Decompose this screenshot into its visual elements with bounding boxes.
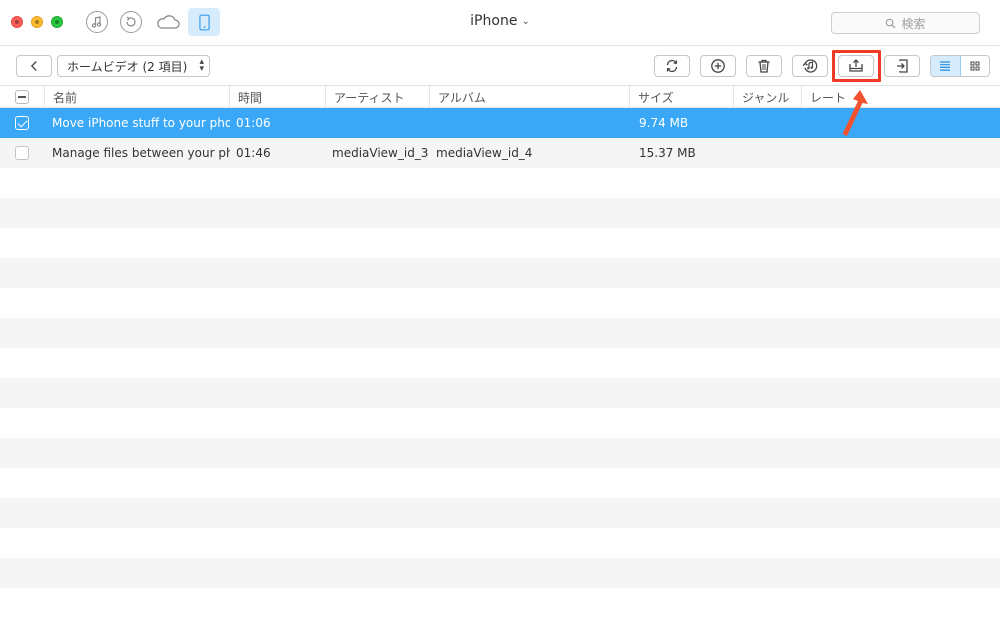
empty-row (0, 288, 1000, 318)
empty-row (0, 468, 1000, 498)
empty-row (0, 588, 1000, 618)
table-row[interactable]: Manage files between your ph… 01:46 medi… (0, 138, 1000, 168)
cell-name: Manage files between your ph… (52, 146, 230, 160)
empty-row (0, 438, 1000, 468)
minimize-window-button[interactable] (31, 16, 43, 28)
column-header-name[interactable]: 名前 (44, 86, 229, 108)
highlight-box (832, 50, 881, 82)
add-icon (711, 59, 725, 73)
import-button[interactable] (884, 55, 920, 77)
cell-time: 01:06 (236, 116, 271, 130)
row-checkbox[interactable] (15, 116, 29, 130)
cell-name: Move iPhone stuff to your pho… (52, 116, 230, 130)
empty-row (0, 558, 1000, 588)
cell-album (436, 108, 626, 138)
cell-genre (740, 138, 800, 168)
view-mode-toggle (930, 55, 990, 77)
table-body: Move iPhone stuff to your pho… 01:06 9.7… (0, 108, 1000, 620)
empty-row (0, 228, 1000, 258)
cell-time: 01:46 (236, 146, 271, 160)
cell-album: mediaView_id_4 (436, 146, 533, 160)
device-selector[interactable]: iPhone ⌄ (450, 13, 550, 29)
annotation-arrow-icon (842, 90, 868, 136)
column-header-time[interactable]: 時間 (229, 86, 325, 108)
updown-chevron-icon: ▴ ▾ (199, 57, 204, 74)
send-to-itunes-button[interactable] (792, 55, 828, 77)
category-label: ホームビデオ (2 項目) (67, 59, 188, 74)
itunes-icon (802, 59, 818, 73)
back-button[interactable] (16, 55, 52, 77)
chevron-down-icon: ⌄ (521, 15, 530, 27)
cell-artist (332, 108, 428, 138)
cell-rate (808, 108, 988, 138)
column-header-genre[interactable]: ジャンル (733, 86, 801, 108)
refresh-button[interactable] (654, 55, 690, 77)
cloud-icon[interactable] (155, 11, 181, 33)
grid-view-icon (970, 61, 980, 71)
empty-row (0, 258, 1000, 288)
search-icon (886, 18, 896, 29)
search-placeholder: 検索 (901, 16, 926, 31)
cell-rate (808, 138, 988, 168)
column-header-rate[interactable]: レート (801, 86, 1000, 108)
trash-icon (758, 59, 770, 73)
select-all-checkbox[interactable] (15, 90, 29, 104)
empty-row (0, 528, 1000, 558)
device-icon[interactable] (188, 8, 220, 36)
delete-button[interactable] (746, 55, 782, 77)
empty-row (0, 198, 1000, 228)
close-window-button[interactable] (11, 16, 23, 28)
zoom-window-button[interactable] (51, 16, 63, 28)
import-icon (897, 59, 908, 73)
chevron-left-icon (30, 61, 37, 71)
device-name: iPhone (470, 13, 518, 29)
empty-row (0, 498, 1000, 528)
title-bar: iPhone ⌄ 検索 (0, 0, 1000, 46)
refresh-icon (666, 59, 678, 73)
list-view-button[interactable] (931, 56, 961, 76)
toolbar: ホームビデオ (2 項目) ▴ ▾ (0, 46, 1000, 86)
grid-view-button[interactable] (961, 56, 990, 76)
restore-icon[interactable] (120, 11, 142, 33)
cell-size: 9.74 MB (639, 116, 689, 130)
category-select[interactable]: ホームビデオ (2 項目) ▴ ▾ (57, 55, 210, 77)
empty-row (0, 318, 1000, 348)
empty-row (0, 168, 1000, 198)
music-icon[interactable] (86, 11, 108, 33)
column-header-size[interactable]: サイズ (629, 86, 733, 108)
column-header-artist[interactable]: アーティスト (325, 86, 429, 108)
cell-artist: mediaView_id_3 (332, 146, 428, 160)
empty-row (0, 408, 1000, 438)
empty-row (0, 348, 1000, 378)
empty-row (0, 378, 1000, 408)
app-window: iPhone ⌄ 検索 ホームビデオ (2 項目) ▴ ▾ 名前 時間 アーティ… (0, 0, 1000, 620)
cell-size: 15.37 MB (639, 146, 696, 160)
cell-genre (740, 108, 800, 138)
add-button[interactable] (700, 55, 736, 77)
search-input[interactable]: 検索 (831, 12, 980, 34)
column-header-album[interactable]: アルバム (429, 86, 629, 108)
list-view-icon (940, 61, 951, 71)
row-checkbox[interactable] (15, 146, 29, 160)
